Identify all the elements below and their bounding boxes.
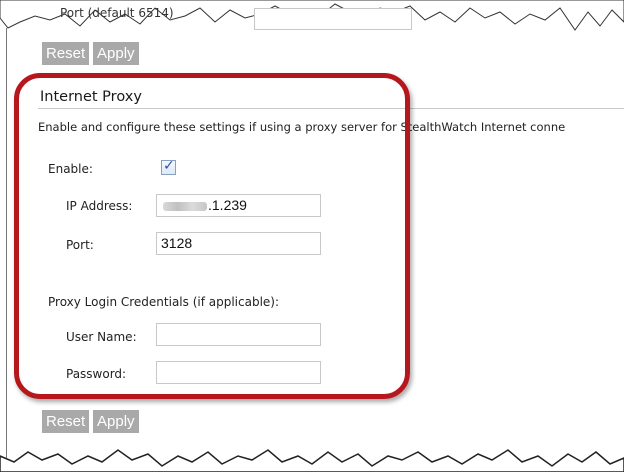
highlight-callout <box>14 73 410 399</box>
port-default-input[interactable] <box>254 8 412 30</box>
top-reset-button[interactable]: Reset <box>42 42 90 65</box>
bottom-reset-button[interactable]: Reset <box>42 410 90 433</box>
top-apply-button[interactable]: Apply <box>93 42 139 65</box>
bottom-apply-button[interactable]: Apply <box>93 410 139 433</box>
left-divider <box>6 28 7 458</box>
torn-bottom-edge <box>0 449 624 472</box>
port-default-label: Port (default 6514) <box>60 6 174 20</box>
